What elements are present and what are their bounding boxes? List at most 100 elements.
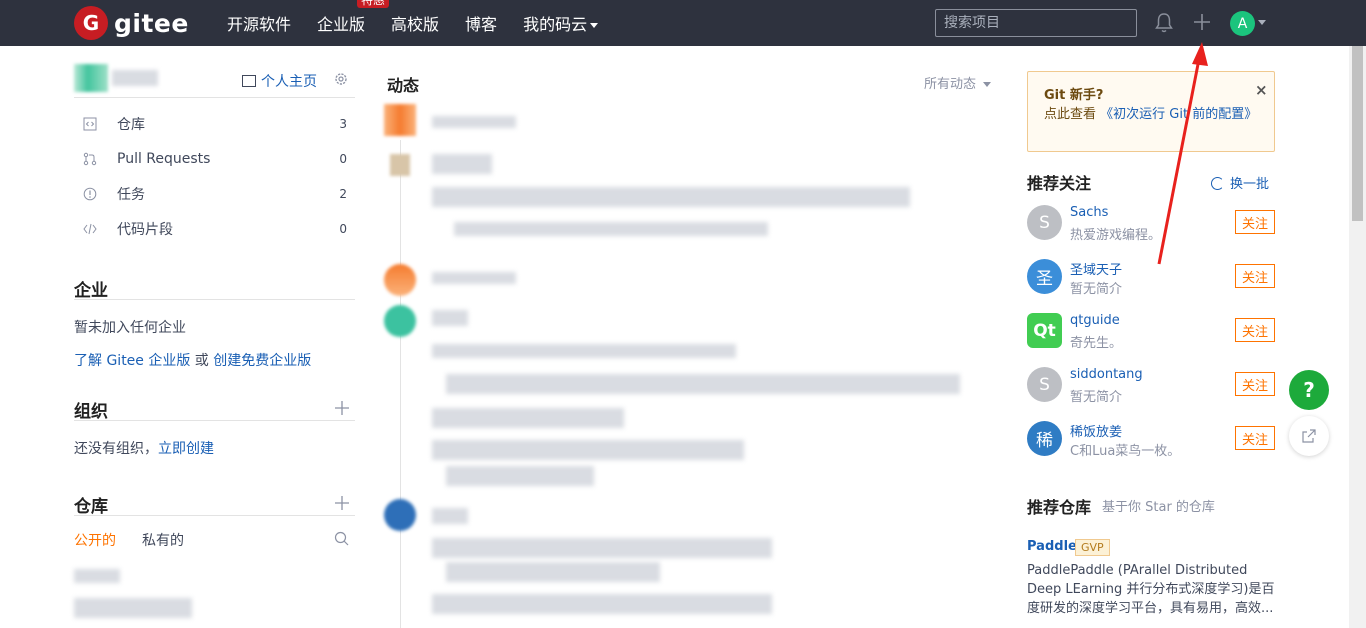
nav-open-source[interactable]: 开源软件 — [227, 11, 291, 35]
issue-icon — [83, 187, 97, 201]
gitee-logo[interactable]: G gitee — [74, 6, 189, 40]
blurred-feed-text — [432, 154, 492, 174]
menu-pull-requests-label: Pull Requests — [117, 151, 211, 167]
follow-button[interactable]: 关注 — [1235, 318, 1275, 342]
refresh-button[interactable]: 换一批 — [1211, 173, 1269, 192]
feed-filter-dropdown[interactable]: 所有动态 — [924, 73, 992, 92]
user-avatar[interactable]: Qt — [1027, 313, 1062, 348]
menu-repos-count: 3 — [339, 117, 347, 131]
menu-repos[interactable]: 仓库 3 — [74, 109, 355, 139]
help-button[interactable]: ? — [1289, 370, 1329, 410]
share-button[interactable] — [1289, 416, 1329, 456]
tab-public[interactable]: 公开的 — [74, 533, 116, 549]
enterprise-empty-text: 暂未加入任何企业 — [74, 320, 186, 336]
git-newbie-tip: Git 新手? 点此查看 《初次运行 Git 前的配置》 × — [1027, 71, 1275, 152]
external-link-icon — [1302, 429, 1316, 443]
blurred-feed-text — [446, 562, 660, 582]
blurred-feed-text — [446, 466, 594, 486]
divider — [74, 515, 355, 516]
close-icon[interactable]: × — [1255, 81, 1268, 99]
create-org-link[interactable]: 立即创建 — [158, 441, 214, 457]
user-avatar[interactable]: S — [1027, 367, 1062, 402]
search-icon[interactable] — [334, 531, 349, 546]
add-repo-plus-icon[interactable] — [334, 495, 350, 511]
blurred-feed-avatar[interactable] — [384, 104, 416, 136]
recommend-follow-title: 推荐关注 — [1027, 174, 1092, 193]
menu-pull-requests[interactable]: Pull Requests 0 — [74, 144, 355, 174]
user-name-link[interactable]: Sachs — [1070, 205, 1108, 220]
divider — [74, 420, 355, 421]
menu-issues[interactable]: 任务 2 — [74, 179, 355, 209]
gear-icon[interactable] — [334, 72, 348, 86]
create-plus-icon[interactable] — [1192, 12, 1212, 32]
orgs-empty-row: 还没有组织，立即创建 — [74, 438, 214, 458]
tip-config-link[interactable]: 《初次运行 Git 前的配置》 — [1100, 107, 1257, 122]
learn-enterprise-link[interactable]: 了解 Gitee 企业版 — [74, 353, 190, 369]
gitee-logo-text: gitee — [114, 8, 189, 38]
follow-button[interactable]: 关注 — [1235, 372, 1275, 396]
user-name-link[interactable]: siddontang — [1070, 367, 1143, 382]
enterprise-section-title: 企业 — [74, 281, 108, 301]
create-enterprise-link[interactable]: 创建免费企业版 — [213, 353, 311, 369]
user-name-link[interactable]: 稀饭放姜 — [1070, 421, 1122, 440]
user-description: C和Lua菜鸟一枚。 — [1070, 444, 1181, 459]
recommended-user: S Sachs 热爱游戏编程。 关注 — [1027, 205, 1275, 245]
blurred-feed-text — [446, 374, 960, 394]
tab-private[interactable]: 私有的 — [142, 533, 184, 549]
user-name-link[interactable]: 圣域天子 — [1070, 259, 1122, 278]
orgs-section-title: 组织 — [74, 402, 108, 422]
blurred-repo-item[interactable] — [74, 569, 120, 583]
user-avatar[interactable]: A — [1230, 11, 1255, 36]
user-name-link[interactable]: qtguide — [1070, 313, 1120, 328]
add-org-plus-icon[interactable] — [334, 400, 350, 416]
nav-university[interactable]: 高校版 — [391, 11, 439, 35]
gitee-logo-icon: G — [74, 6, 108, 40]
menu-snippets[interactable]: 代码片段 0 — [74, 214, 355, 244]
blurred-feed-avatar[interactable] — [390, 154, 410, 176]
divider — [74, 299, 355, 300]
user-description: 热爱游戏编程。 — [1070, 228, 1162, 243]
top-navbar: G gitee 开源软件 企业版 特惠 高校版 博客 我的码云 A — [0, 0, 1366, 46]
recommended-user: S siddontang 暂无简介 关注 — [1027, 367, 1275, 407]
promo-badge: 特惠 — [357, 0, 390, 8]
repo-description: PaddlePaddle (PArallel Distributed Deep … — [1027, 563, 1275, 616]
blurred-feed-text — [432, 408, 624, 428]
recommend-repo-subtitle: 基于你 Star 的仓库 — [1102, 500, 1215, 515]
blurred-feed-avatar[interactable] — [384, 264, 416, 296]
blurred-avatar — [74, 64, 108, 92]
blurred-feed-text — [432, 594, 772, 614]
blurred-feed-text — [454, 222, 768, 236]
menu-issues-label: 任务 — [117, 187, 145, 203]
follow-button[interactable]: 关注 — [1235, 426, 1275, 450]
personal-home-link[interactable]: 个人主页 — [242, 71, 317, 91]
search-input[interactable] — [935, 9, 1137, 37]
page-scrollbar[interactable] — [1349, 46, 1366, 628]
blurred-feed-avatar[interactable] — [384, 499, 416, 531]
nav-my-gitee[interactable]: 我的码云 — [523, 11, 599, 35]
bell-icon[interactable] — [1155, 12, 1173, 34]
user-description: 暂无简介 — [1070, 390, 1123, 405]
nav-enterprise-label: 企业版 — [317, 15, 366, 34]
feed-filter-label: 所有动态 — [924, 77, 977, 92]
recommended-user: Qt qtguide 奇先生。 关注 — [1027, 313, 1275, 353]
follow-button[interactable]: 关注 — [1235, 264, 1275, 288]
recommend-repo-title: 推荐仓库 — [1027, 498, 1092, 517]
user-description: 奇先生。 — [1070, 336, 1123, 351]
follow-button[interactable]: 关注 — [1235, 210, 1275, 234]
nav-enterprise[interactable]: 企业版 特惠 — [317, 0, 390, 35]
user-avatar[interactable]: 稀 — [1027, 421, 1062, 456]
blurred-repo-item[interactable] — [74, 598, 192, 618]
scrollbar-thumb[interactable] — [1352, 46, 1363, 221]
tip-text-prefix: 点此查看 — [1044, 107, 1101, 122]
gvp-badge: GVP — [1075, 539, 1110, 556]
profile-row: 个人主页 — [74, 64, 355, 98]
feed-timeline-line — [400, 140, 401, 628]
blurred-feed-text — [432, 344, 736, 358]
blurred-feed-text — [432, 440, 744, 460]
avatar-chevron-down-icon[interactable] — [1258, 20, 1266, 25]
user-avatar[interactable]: S — [1027, 205, 1062, 240]
blurred-feed-avatar[interactable] — [384, 305, 416, 337]
user-avatar[interactable]: 圣 — [1027, 259, 1062, 294]
nav-blog[interactable]: 博客 — [465, 11, 497, 35]
repo-name-link[interactable]: Paddle — [1027, 539, 1077, 554]
